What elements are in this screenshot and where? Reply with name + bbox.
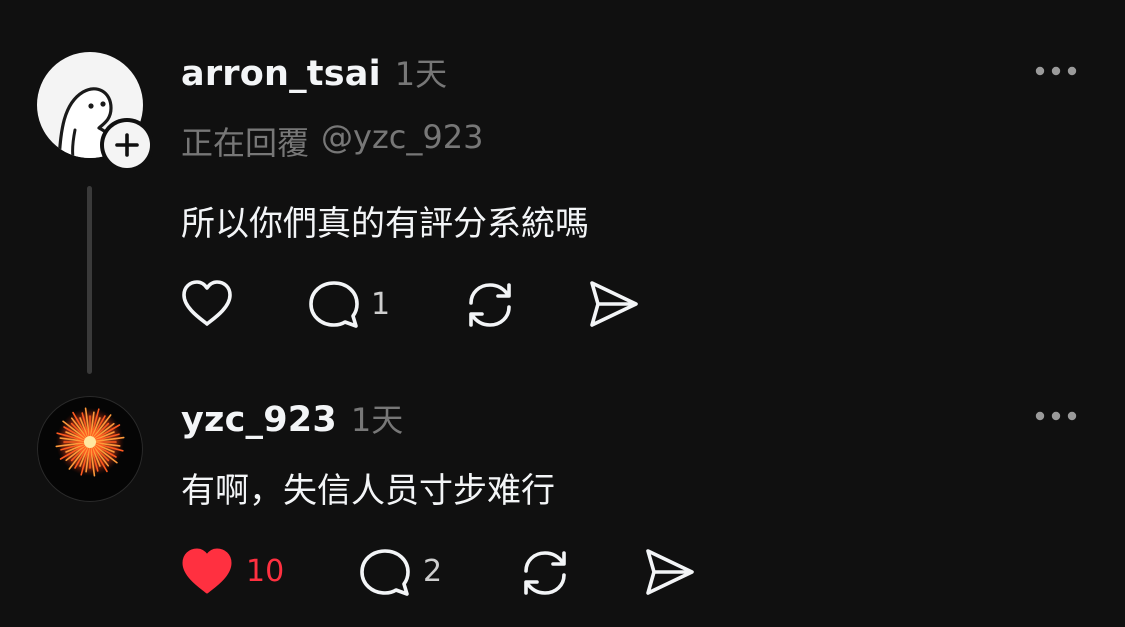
- replying-label: 正在回覆: [181, 124, 310, 162]
- post-header: arron_tsai 1天: [181, 49, 447, 95]
- repost-button[interactable]: [518, 547, 572, 599]
- fireworks-avatar-icon: [55, 407, 125, 477]
- more-horizontal-icon: [1035, 411, 1077, 421]
- post-text: 所以你們真的有評分系統嗎: [181, 204, 589, 244]
- more-options-button[interactable]: [1034, 62, 1078, 80]
- timestamp: 1天: [394, 55, 448, 93]
- post-header: yzc_923 1天: [181, 395, 403, 441]
- repost-icon: [469, 283, 511, 327]
- plus-icon: [104, 122, 150, 168]
- send-icon: [590, 281, 638, 327]
- comment-icon: [309, 281, 359, 328]
- replying-to-line: 正在回覆 @yzc_923: [181, 118, 483, 164]
- share-button[interactable]: [586, 279, 640, 329]
- more-horizontal-icon: [1035, 66, 1077, 76]
- reply-count: 2: [423, 554, 443, 589]
- follow-button[interactable]: [100, 118, 154, 172]
- post-text: 有啊，失信人员寸步难行: [181, 471, 555, 511]
- username[interactable]: arron_tsai: [181, 54, 381, 94]
- more-options-button[interactable]: [1034, 407, 1078, 425]
- share-button[interactable]: [642, 547, 696, 597]
- comment-icon: [360, 549, 410, 596]
- heart-filled-icon: [182, 548, 232, 594]
- timestamp: 1天: [350, 401, 404, 439]
- reply-button[interactable]: [358, 548, 412, 598]
- repost-icon: [524, 551, 566, 595]
- reply-count: 1: [371, 287, 391, 322]
- like-button[interactable]: [180, 547, 234, 597]
- like-count: 10: [246, 554, 285, 589]
- username[interactable]: yzc_923: [181, 400, 337, 440]
- heart-icon: [182, 280, 232, 326]
- repost-button[interactable]: [463, 279, 517, 331]
- like-button[interactable]: [180, 279, 234, 329]
- send-icon: [646, 549, 694, 595]
- thread-connector-line: [87, 186, 92, 374]
- replying-handle[interactable]: @yzc_923: [321, 118, 483, 164]
- avatar-yzc-923[interactable]: [37, 396, 143, 502]
- reply-button[interactable]: [307, 280, 361, 330]
